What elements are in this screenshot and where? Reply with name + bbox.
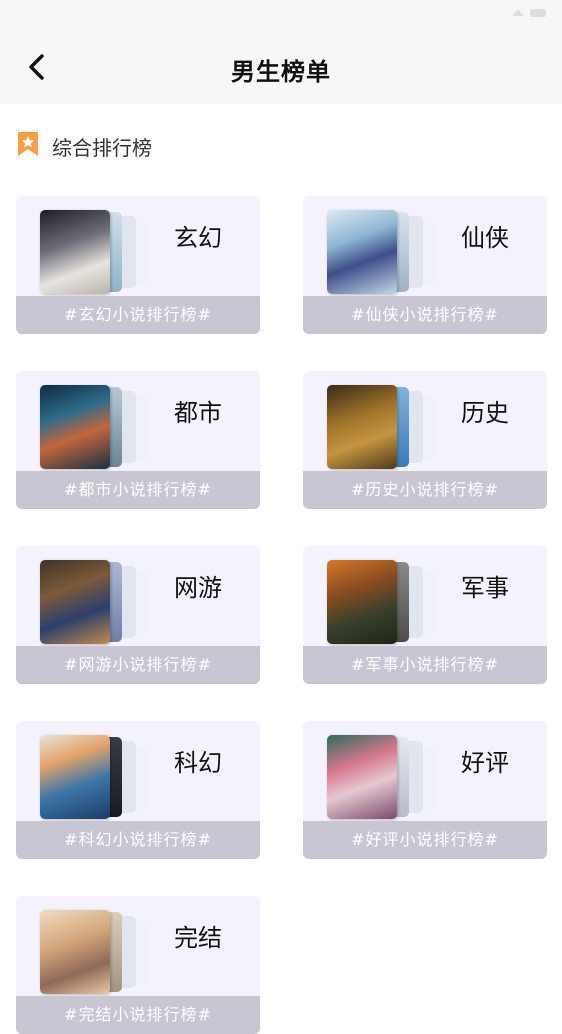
card-title: 军事 [461, 574, 509, 602]
book-cover [40, 560, 110, 644]
card-tag: #网游小说排行榜# [16, 646, 260, 684]
cover-stack [40, 385, 150, 469]
book-cover [327, 560, 397, 644]
rank-card-haoping[interactable]: 好评 #好评小说排行榜# [303, 721, 547, 859]
card-tag: #都市小说排行榜# [16, 471, 260, 509]
book-cover [327, 210, 397, 294]
card-title: 科幻 [174, 749, 222, 777]
card-tag: #完结小说排行榜# [16, 996, 260, 1034]
card-title: 完结 [174, 924, 222, 952]
book-cover [40, 385, 110, 469]
card-title: 好评 [461, 749, 509, 777]
cover-stack [327, 210, 437, 294]
status-bar [0, 0, 562, 32]
book-cover [40, 910, 110, 994]
cover-stack [40, 210, 150, 294]
header-bar: 男生榜单 [0, 32, 562, 104]
book-cover [40, 735, 110, 819]
rank-card-xuanhuan[interactable]: 玄幻 #玄幻小说排行榜# [16, 196, 260, 334]
card-tag: #军事小说排行榜# [303, 646, 547, 684]
battery-wifi-icon [512, 9, 546, 17]
section-title: 综合排行榜 [52, 136, 152, 160]
cover-stack [327, 560, 437, 644]
cover-stack [327, 735, 437, 819]
book-cover [327, 385, 397, 469]
card-tag: #科幻小说排行榜# [16, 821, 260, 859]
card-title: 都市 [174, 399, 222, 427]
card-title: 玄幻 [174, 224, 222, 252]
book-cover [327, 735, 397, 819]
cover-stack [40, 560, 150, 644]
card-tag: #历史小说排行榜# [303, 471, 547, 509]
rank-card-wanjie[interactable]: 完结 #完结小说排行榜# [16, 896, 260, 1034]
cover-stack [40, 735, 150, 819]
card-tag: #玄幻小说排行榜# [16, 296, 260, 334]
rank-card-lishi[interactable]: 历史 #历史小说排行榜# [303, 371, 547, 509]
rank-card-xianxia[interactable]: 仙侠 #仙侠小说排行榜# [303, 196, 547, 334]
bookmark-star-icon [18, 132, 38, 156]
rank-card-wangyou[interactable]: 网游 #网游小说排行榜# [16, 546, 260, 684]
card-title: 仙侠 [461, 224, 509, 252]
rank-card-junshi[interactable]: 军事 #军事小说排行榜# [303, 546, 547, 684]
card-tag: #好评小说排行榜# [303, 821, 547, 859]
rank-card-dushi[interactable]: 都市 #都市小说排行榜# [16, 371, 260, 509]
card-title: 历史 [461, 399, 509, 427]
page-title: 男生榜单 [231, 57, 331, 86]
rank-card-kehuan[interactable]: 科幻 #科幻小说排行榜# [16, 721, 260, 859]
card-title: 网游 [174, 574, 222, 602]
cover-stack [40, 910, 150, 994]
card-tag: #仙侠小说排行榜# [303, 296, 547, 334]
book-cover [40, 210, 110, 294]
cover-stack [327, 385, 437, 469]
